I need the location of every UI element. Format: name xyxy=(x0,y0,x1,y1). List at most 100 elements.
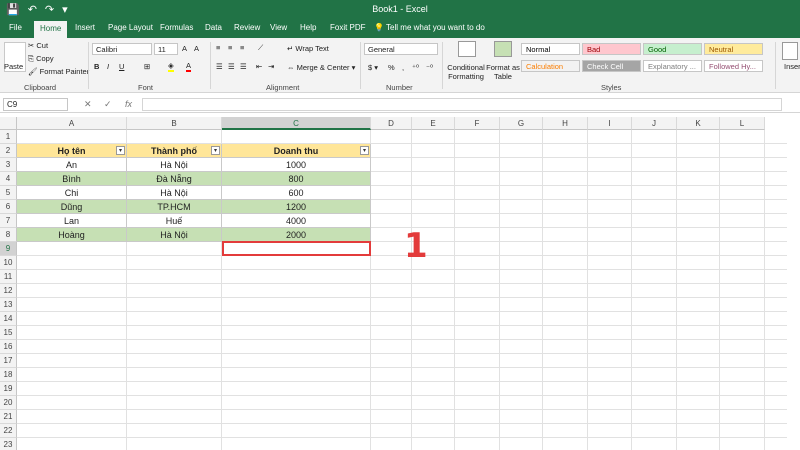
tab-view[interactable]: View xyxy=(270,23,287,32)
font-size-dropdown[interactable]: 11 xyxy=(154,43,178,55)
row-header-11[interactable]: 11 xyxy=(0,270,17,284)
paste-button[interactable]: Paste xyxy=(4,62,23,71)
italic-button[interactable]: I xyxy=(107,62,109,71)
cell-style-neutral[interactable]: Neutral xyxy=(704,43,763,55)
row-header-9[interactable]: 9 xyxy=(0,242,17,256)
decrease-font-icon[interactable]: A xyxy=(194,44,199,53)
formula-input[interactable] xyxy=(142,98,782,111)
filter-dropdown-icon[interactable]: ▾ xyxy=(211,146,220,155)
row-header-19[interactable]: 19 xyxy=(0,382,17,396)
row-header-2[interactable]: 2 xyxy=(0,144,17,158)
column-header-l[interactable]: L xyxy=(720,117,765,130)
tab-page-layout[interactable]: Page Layout xyxy=(108,23,153,32)
table-cell[interactable]: Đà Nẵng xyxy=(127,172,222,186)
table-cell[interactable]: Chi xyxy=(17,186,127,200)
column-header-c[interactable]: C xyxy=(222,117,371,130)
cell-style-check-cell[interactable]: Check Cell xyxy=(582,60,641,72)
cell-style-normal[interactable]: Normal xyxy=(521,43,580,55)
increase-decimal-icon[interactable]: ⁺⁰ xyxy=(412,63,419,72)
table-cell[interactable]: 600 xyxy=(222,186,371,200)
insert-button[interactable]: Insert xyxy=(784,62,800,71)
table-cell[interactable]: Hoàng xyxy=(17,228,127,242)
table-cell[interactable]: Bình xyxy=(17,172,127,186)
conditional-formatting-button[interactable]: Conditional Formatting xyxy=(446,63,486,81)
currency-icon[interactable]: $ ▾ xyxy=(368,63,378,72)
column-header-h[interactable]: H xyxy=(543,117,588,130)
column-header-b[interactable]: B xyxy=(127,117,222,130)
row-header-10[interactable]: 10 xyxy=(0,256,17,270)
select-all-corner[interactable] xyxy=(0,117,17,130)
align-left-icon[interactable]: ☰ xyxy=(216,62,223,71)
increase-font-icon[interactable]: A xyxy=(182,44,187,53)
row-header-13[interactable]: 13 xyxy=(0,298,17,312)
enter-icon[interactable]: ✓ xyxy=(104,99,112,110)
row-header-15[interactable]: 15 xyxy=(0,326,17,340)
table-header-cell[interactable]: Họ tên ▾ xyxy=(17,144,127,158)
table-cell[interactable]: 800 xyxy=(222,172,371,186)
column-header-f[interactable]: F xyxy=(455,117,500,130)
row-header-6[interactable]: 6 xyxy=(0,200,17,214)
table-cell[interactable]: Lan xyxy=(17,214,127,228)
copy-button[interactable]: ⎘ Copy xyxy=(28,54,54,64)
row-header-8[interactable]: 8 xyxy=(0,228,17,242)
name-box[interactable]: C9 xyxy=(3,98,68,111)
table-cell[interactable]: Huế xyxy=(127,214,222,228)
row-header-16[interactable]: 16 xyxy=(0,340,17,354)
align-middle-icon[interactable]: ≡ xyxy=(228,43,232,52)
font-color-icon[interactable]: A xyxy=(186,61,192,72)
filter-dropdown-icon[interactable]: ▾ xyxy=(360,146,369,155)
insert-cells-icon[interactable] xyxy=(782,42,798,60)
underline-button[interactable]: U xyxy=(119,62,124,71)
row-header-22[interactable]: 22 xyxy=(0,424,17,438)
table-cell[interactable]: Hà Nội xyxy=(127,158,222,172)
tab-insert[interactable]: Insert xyxy=(75,23,95,32)
tab-home[interactable]: Home xyxy=(34,21,68,38)
row-header-17[interactable]: 17 xyxy=(0,354,17,368)
percent-icon[interactable]: % xyxy=(388,63,395,72)
row-header-12[interactable]: 12 xyxy=(0,284,17,298)
row-header-21[interactable]: 21 xyxy=(0,410,17,424)
cut-button[interactable]: ✂ Cut xyxy=(28,41,48,50)
bold-button[interactable]: B xyxy=(94,62,99,71)
column-header-g[interactable]: G xyxy=(500,117,543,130)
fill-color-icon[interactable]: ◈ xyxy=(168,61,174,72)
table-cell[interactable]: Hà Nội xyxy=(127,186,222,200)
orientation-icon[interactable]: ⟋ xyxy=(258,43,263,53)
format-painter-button[interactable]: 🖌 Format Painter xyxy=(28,67,89,76)
cell-style-followed-hy[interactable]: Followed Hy... xyxy=(704,60,763,72)
cell-style-bad[interactable]: Bad xyxy=(582,43,641,55)
row-header-4[interactable]: 4 xyxy=(0,172,17,186)
comma-icon[interactable]: , xyxy=(402,63,404,72)
row-header-23[interactable]: 23 xyxy=(0,438,17,450)
table-cell[interactable]: 2000 xyxy=(222,228,371,242)
table-cell[interactable]: Dũng xyxy=(17,200,127,214)
tab-formulas[interactable]: Formulas xyxy=(160,23,193,32)
wrap-text-button[interactable]: ↵ Wrap Text xyxy=(287,44,329,53)
insert-function-icon[interactable]: fx xyxy=(125,99,132,109)
decrease-decimal-icon[interactable]: ⁻⁰ xyxy=(426,63,433,72)
tab-data[interactable]: Data xyxy=(205,23,222,32)
table-header-cell[interactable]: Thành phố ▾ xyxy=(127,144,222,158)
tab-review[interactable]: Review xyxy=(234,23,260,32)
row-header-5[interactable]: 5 xyxy=(0,186,17,200)
cancel-icon[interactable]: ✕ xyxy=(84,99,92,110)
merge-center-button[interactable]: ⇔ Merge & Center ▾ xyxy=(287,63,355,72)
filter-dropdown-icon[interactable]: ▾ xyxy=(116,146,125,155)
table-cell[interactable]: 4000 xyxy=(222,214,371,228)
table-cell[interactable]: 1000 xyxy=(222,158,371,172)
row-header-20[interactable]: 20 xyxy=(0,396,17,410)
tell-me-search[interactable]: 💡 Tell me what you want to do xyxy=(374,23,485,32)
align-center-icon[interactable]: ☰ xyxy=(228,62,235,71)
cell-style-good[interactable]: Good xyxy=(643,43,702,55)
cell-style-calculation[interactable]: Calculation xyxy=(521,60,580,72)
align-right-icon[interactable]: ☰ xyxy=(240,62,247,71)
align-bottom-icon[interactable]: ≡ xyxy=(240,43,244,52)
column-header-a[interactable]: A xyxy=(17,117,127,130)
column-header-e[interactable]: E xyxy=(412,117,455,130)
cell-style-explanatory[interactable]: Explanatory ... xyxy=(643,60,702,72)
outdent-icon[interactable]: ⇥ xyxy=(268,62,274,71)
table-cell[interactable]: Hà Nội xyxy=(127,228,222,242)
column-header-d[interactable]: D xyxy=(371,117,412,130)
font-name-dropdown[interactable]: Calibri xyxy=(92,43,152,55)
number-format-dropdown[interactable]: General xyxy=(364,43,438,55)
